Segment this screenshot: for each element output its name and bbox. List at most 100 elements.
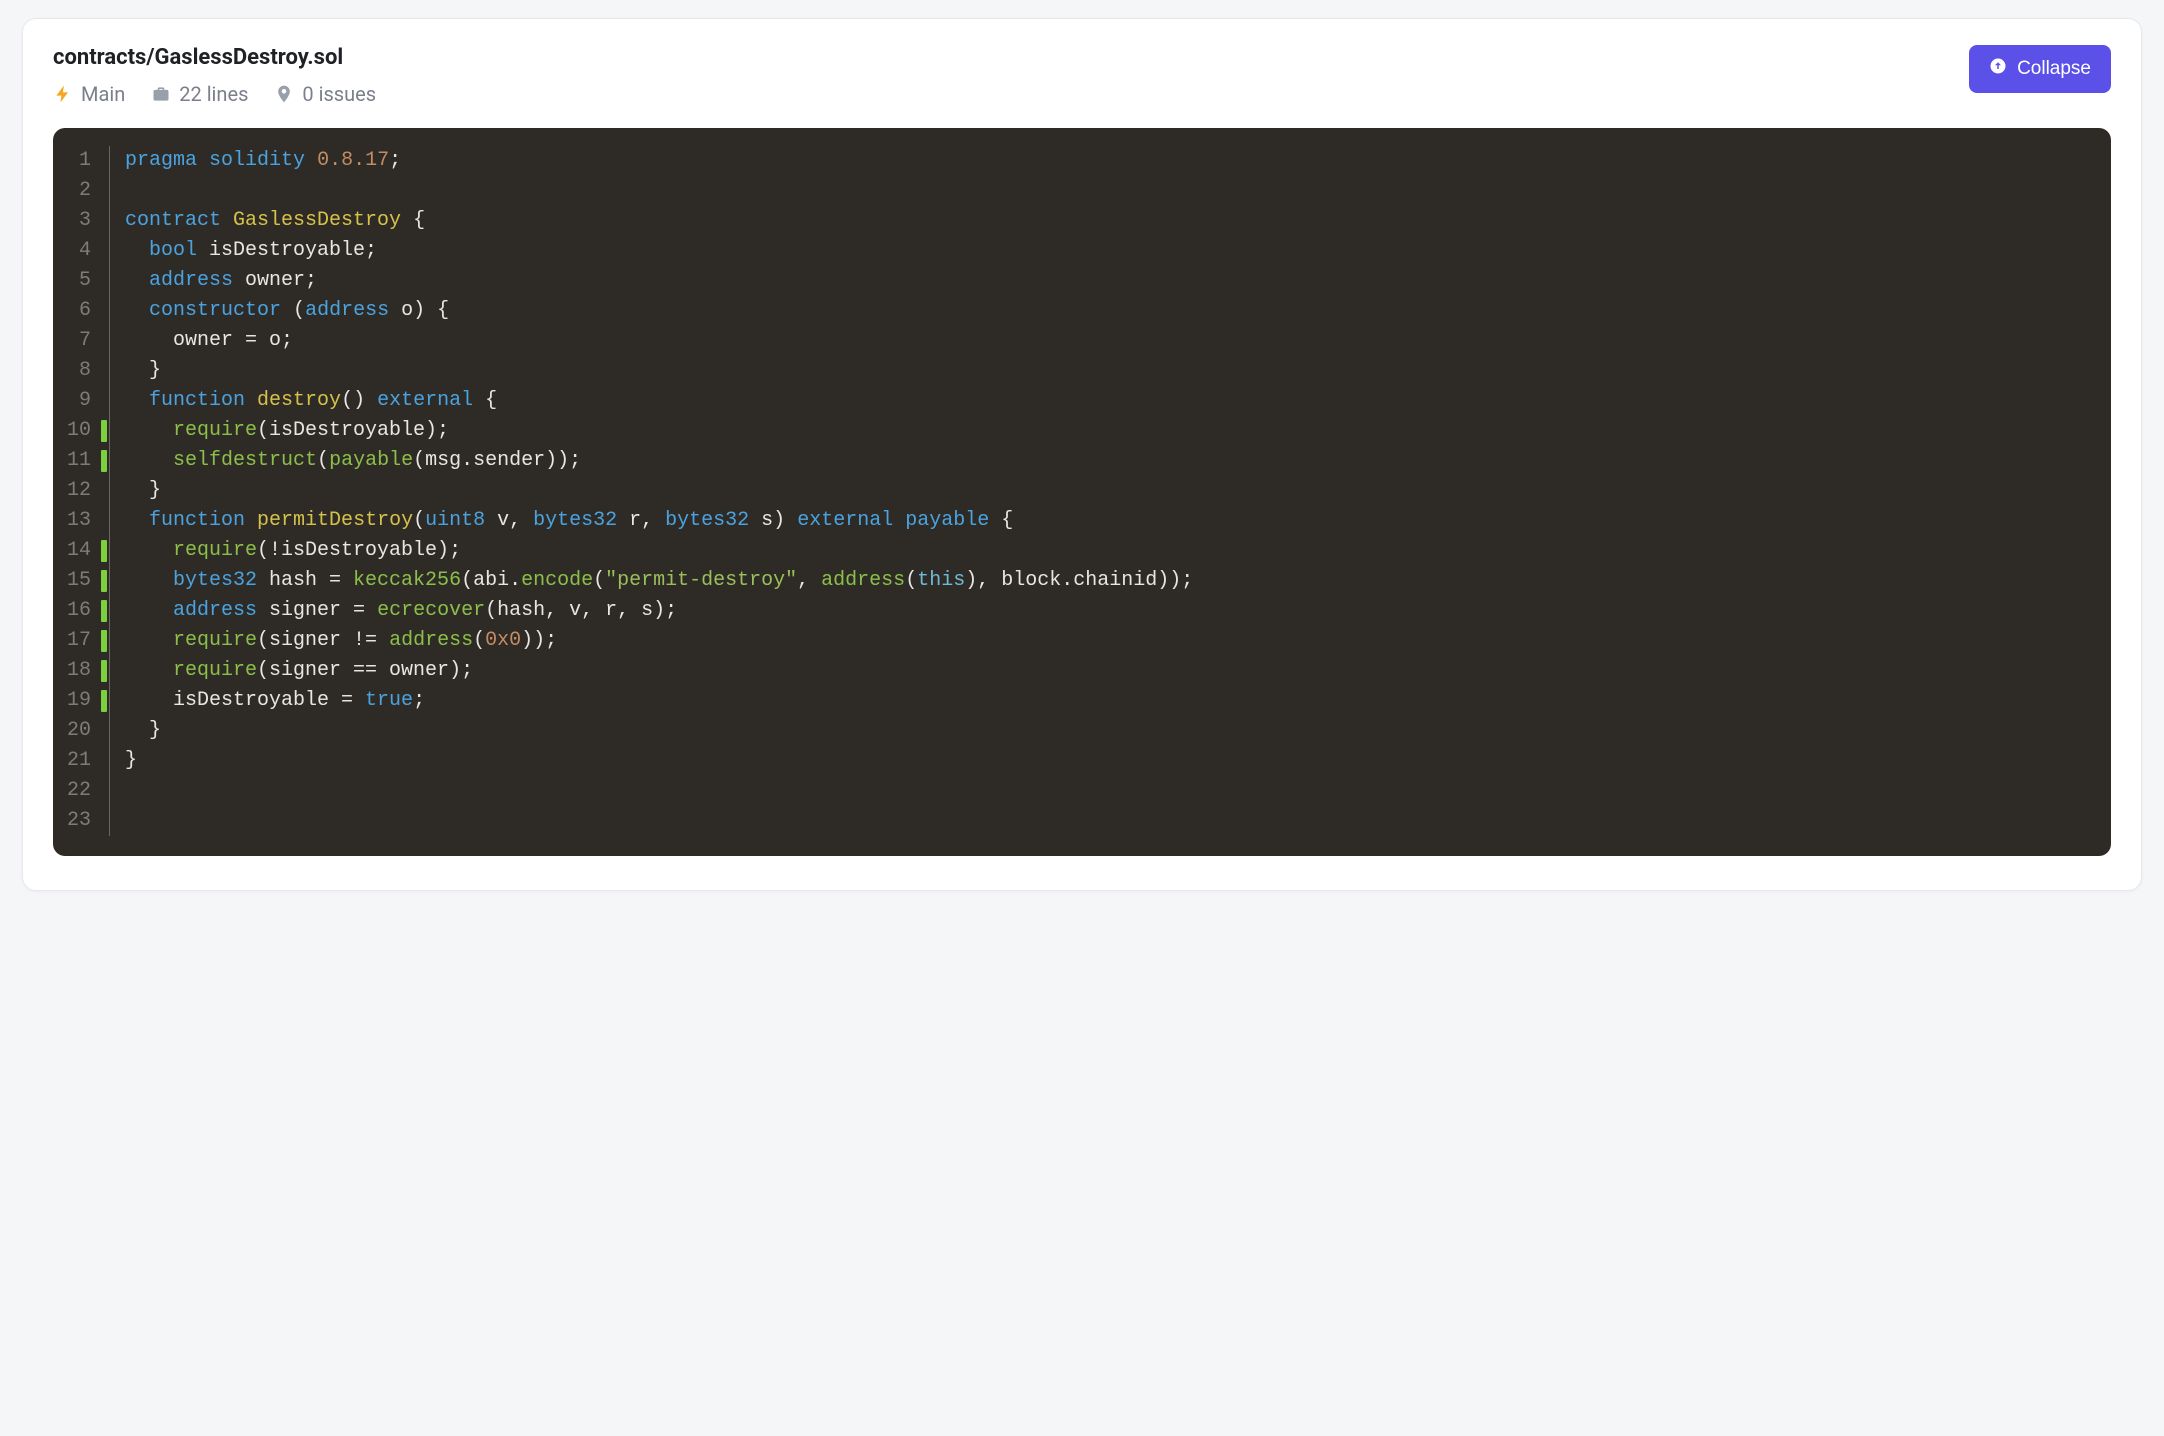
line-number: 22	[53, 776, 101, 806]
coverage-marker	[101, 626, 109, 656]
line-number: 1	[53, 146, 101, 176]
code-block: 1 pragma solidity 0.8.17; 23 contract Gasle…	[53, 128, 2111, 856]
code-content: require(signer == owner);	[121, 656, 1193, 686]
line-number: 16	[53, 596, 101, 626]
line-number: 5	[53, 266, 101, 296]
line-number: 20	[53, 716, 101, 746]
gutter-divider	[109, 656, 121, 686]
coverage-marker	[101, 746, 109, 776]
coverage-marker	[101, 806, 109, 836]
gutter-divider	[109, 626, 121, 656]
coverage-marker	[101, 776, 109, 806]
gutter-divider	[109, 776, 121, 806]
code-line: 7 owner = o;	[53, 326, 1193, 356]
meta-lines-label: 22 lines	[179, 82, 248, 106]
code-line: 8 }	[53, 356, 1193, 386]
code-line: 5 address owner;	[53, 266, 1193, 296]
line-number: 13	[53, 506, 101, 536]
header-left: contracts/GaslessDestroy.sol Main 22 lin…	[53, 45, 376, 128]
line-number: 2	[53, 176, 101, 206]
code-content: selfdestruct(payable(msg.sender));	[121, 446, 1193, 476]
coverage-marker	[101, 536, 109, 566]
code-content: isDestroyable = true;	[121, 686, 1193, 716]
coverage-marker	[101, 416, 109, 446]
code-content: pragma solidity 0.8.17;	[121, 146, 1193, 176]
code-line: 18 require(signer == owner);	[53, 656, 1193, 686]
code-line: 19 isDestroyable = true;	[53, 686, 1193, 716]
coverage-marker	[101, 716, 109, 746]
code-content: bytes32 hash = keccak256(abi.encode("per…	[121, 566, 1193, 596]
gutter-divider	[109, 176, 121, 206]
gutter-divider	[109, 476, 121, 506]
code-content: function permitDestroy(uint8 v, bytes32 …	[121, 506, 1193, 536]
code-content	[121, 806, 1193, 836]
line-number: 4	[53, 236, 101, 266]
meta-main: Main	[53, 82, 125, 106]
code-content: constructor (address o) {	[121, 296, 1193, 326]
gutter-divider	[109, 296, 121, 326]
gutter-divider	[109, 266, 121, 296]
code-line: 4 bool isDestroyable;	[53, 236, 1193, 266]
line-number: 10	[53, 416, 101, 446]
gutter-divider	[109, 446, 121, 476]
code-line: 1 pragma solidity 0.8.17;	[53, 146, 1193, 176]
gutter-divider	[109, 686, 121, 716]
code-content	[121, 176, 1193, 206]
code-line: 23	[53, 806, 1193, 836]
code-content: bool isDestroyable;	[121, 236, 1193, 266]
collapse-button[interactable]: Collapse	[1969, 45, 2111, 93]
gutter-divider	[109, 746, 121, 776]
code-line: 15 bytes32 hash = keccak256(abi.encode("…	[53, 566, 1193, 596]
file-card: contracts/GaslessDestroy.sol Main 22 lin…	[22, 18, 2142, 891]
line-number: 8	[53, 356, 101, 386]
gutter-divider	[109, 236, 121, 266]
code-content: contract GaslessDestroy {	[121, 206, 1193, 236]
code-line: 6 constructor (address o) {	[53, 296, 1193, 326]
coverage-marker	[101, 446, 109, 476]
code-table: 1 pragma solidity 0.8.17; 23 contract Gasle…	[53, 146, 1193, 836]
code-content: require(!isDestroyable);	[121, 536, 1193, 566]
code-content: address signer = ecrecover(hash, v, r, s…	[121, 596, 1193, 626]
gutter-divider	[109, 506, 121, 536]
coverage-marker	[101, 206, 109, 236]
line-number: 12	[53, 476, 101, 506]
line-number: 17	[53, 626, 101, 656]
coverage-marker	[101, 686, 109, 716]
line-number: 14	[53, 536, 101, 566]
line-number: 21	[53, 746, 101, 776]
code-line: 22	[53, 776, 1193, 806]
code-line: 21}	[53, 746, 1193, 776]
code-line: 9 function destroy() external {	[53, 386, 1193, 416]
gutter-divider	[109, 596, 121, 626]
code-content: }	[121, 476, 1193, 506]
arrow-up-circle-icon	[1989, 57, 2007, 81]
code-content: owner = o;	[121, 326, 1193, 356]
code-line: 12 }	[53, 476, 1193, 506]
coverage-marker	[101, 356, 109, 386]
gutter-divider	[109, 386, 121, 416]
file-path: contracts/GaslessDestroy.sol	[53, 45, 376, 70]
coverage-marker	[101, 236, 109, 266]
coverage-marker	[101, 656, 109, 686]
code-line: 13 function permitDestroy(uint8 v, bytes…	[53, 506, 1193, 536]
line-number: 19	[53, 686, 101, 716]
meta-issues-label: 0 issues	[302, 82, 376, 106]
pin-icon	[274, 84, 294, 104]
code-line: 2	[53, 176, 1193, 206]
line-number: 9	[53, 386, 101, 416]
code-content: }	[121, 716, 1193, 746]
bolt-icon	[53, 84, 73, 104]
line-number: 6	[53, 296, 101, 326]
collapse-button-label: Collapse	[2017, 58, 2091, 80]
coverage-marker	[101, 386, 109, 416]
coverage-marker	[101, 506, 109, 536]
gutter-divider	[109, 146, 121, 176]
code-content: address owner;	[121, 266, 1193, 296]
code-line: 20 }	[53, 716, 1193, 746]
line-number: 18	[53, 656, 101, 686]
code-content: function destroy() external {	[121, 386, 1193, 416]
briefcase-icon	[151, 84, 171, 104]
gutter-divider	[109, 806, 121, 836]
line-number: 3	[53, 206, 101, 236]
header-row: contracts/GaslessDestroy.sol Main 22 lin…	[53, 45, 2111, 128]
